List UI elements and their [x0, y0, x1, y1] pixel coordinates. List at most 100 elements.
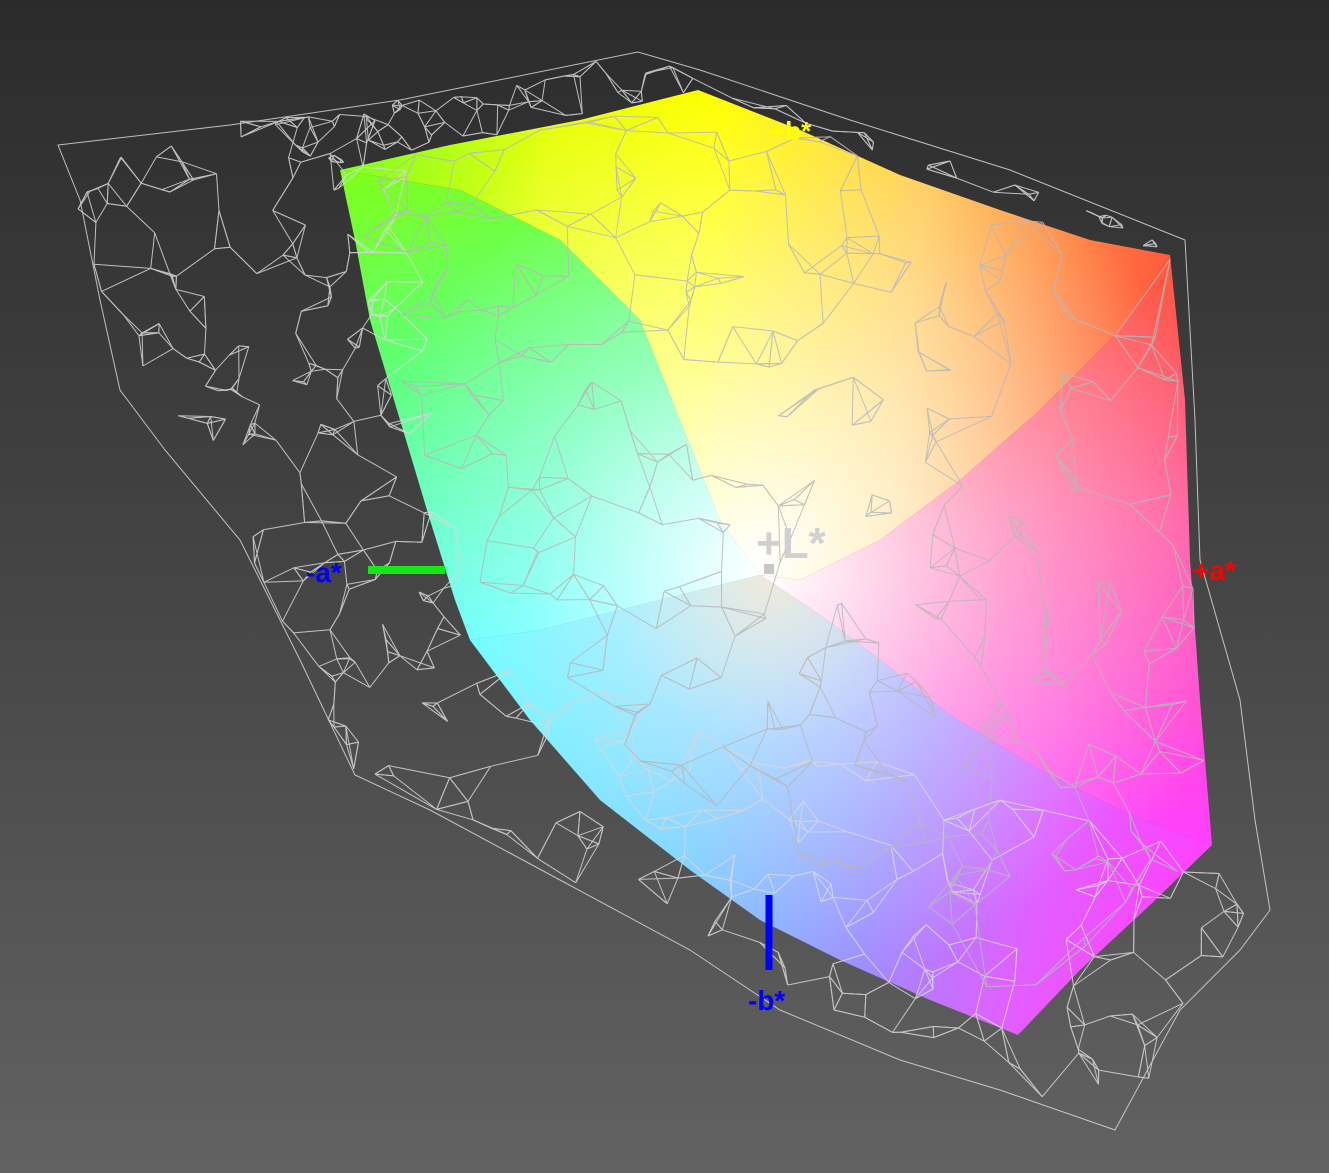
wireframe-edge — [432, 702, 438, 707]
wireframe-edge — [1014, 184, 1035, 202]
wireframe-edge — [263, 522, 305, 531]
wireframe-edge — [437, 616, 445, 629]
wireframe-edge — [714, 896, 733, 922]
wireframe-edge — [93, 222, 97, 265]
wireframe-edge — [374, 773, 437, 810]
plus-a-axis-label: +a* — [1193, 555, 1236, 586]
wireframe-edge — [1201, 910, 1225, 929]
wireframe-edge — [417, 110, 436, 114]
wireframe-edge — [948, 369, 952, 371]
wireframe-edge — [756, 362, 782, 365]
wireframe-edge — [349, 579, 376, 590]
wireframe-edge — [463, 102, 478, 111]
wireframe-edge — [435, 96, 455, 112]
wireframe-edge — [842, 992, 866, 996]
wireframe-edge — [311, 368, 326, 372]
wireframe-edge — [1165, 955, 1202, 981]
wireframe-edge — [379, 315, 388, 318]
wireframe-edge — [1222, 926, 1239, 958]
wireframe-edge — [638, 879, 668, 905]
wireframe-edge — [301, 305, 329, 312]
wireframe-edge — [892, 998, 916, 1033]
wireframe-edge — [334, 420, 355, 430]
wireframe-edge — [388, 765, 395, 777]
wireframe-edge — [956, 177, 994, 193]
wireframe-edge — [339, 114, 367, 117]
wireframe-edge — [530, 106, 566, 116]
wireframe-edge — [389, 541, 397, 563]
wireframe-edge — [336, 398, 355, 422]
wireframe-edge — [411, 141, 430, 151]
wireframe-edge — [537, 822, 557, 859]
wireframe-edge — [336, 658, 344, 673]
wireframe-edge — [1148, 1037, 1158, 1079]
wireframe-edge — [318, 658, 337, 667]
wireframe-edge — [288, 157, 301, 163]
wireframe-edge — [428, 134, 433, 143]
wireframe-edge — [334, 429, 359, 456]
wireframe-edge — [106, 183, 109, 204]
wireframe-edge — [388, 765, 450, 779]
wireframe-edge — [399, 655, 418, 671]
wireframe-edge — [374, 765, 389, 775]
wireframe-edge — [506, 715, 517, 719]
wireframe-edge — [342, 347, 356, 370]
wireframe-edge — [308, 116, 319, 143]
wireframe-edge — [1098, 1069, 1139, 1078]
wireframe-edge — [318, 665, 333, 677]
wireframe-edge — [1137, 1045, 1146, 1078]
wireframe-edge — [721, 896, 733, 930]
wireframe-edge — [832, 963, 843, 994]
wireframe-edge — [332, 420, 355, 436]
wireframe-edge — [958, 1013, 977, 1029]
wireframe-edge — [345, 726, 347, 745]
wireframe-edge — [240, 126, 262, 138]
wireframe-edge — [240, 121, 242, 137]
wireframe-edge — [565, 113, 583, 116]
wireframe-edge — [214, 246, 231, 250]
wireframe-edge — [275, 124, 296, 146]
wireframe-edge — [154, 232, 171, 274]
wireframe-edge — [1084, 1015, 1111, 1026]
wireframe-edge — [97, 188, 108, 204]
wireframe-edge — [666, 877, 679, 904]
wireframe-edge — [263, 567, 295, 583]
plus-l-axis-label: +L* — [756, 519, 827, 568]
wireframe-edge — [315, 364, 326, 370]
wireframe-edge — [1223, 903, 1238, 912]
wireframe-edge — [483, 103, 498, 106]
wireframe-edge — [120, 157, 142, 184]
wireframe-edge — [1070, 1026, 1079, 1050]
wireframe-edge — [1019, 1068, 1043, 1098]
wireframe-edge — [419, 99, 437, 112]
wireframe-edge — [86, 191, 97, 223]
wireframe-edge — [490, 754, 538, 767]
wireframe-edge — [301, 127, 311, 149]
wireframe-edge — [1107, 857, 1123, 860]
wireframe-edge — [193, 173, 217, 181]
gamut-3d-viewport[interactable]: +L* +a* -a* -b* +b* — [0, 0, 1329, 1173]
wireframe-edge — [516, 85, 530, 102]
wireframe-edge — [95, 203, 108, 223]
wireframe-edge — [1218, 873, 1238, 905]
wireframe-edge — [188, 416, 211, 419]
wireframe-edge — [1109, 226, 1123, 229]
wireframe-edge — [432, 602, 445, 618]
wireframe-edge — [186, 357, 200, 363]
wireframe-edge — [229, 246, 258, 274]
wireframe-edge — [933, 1026, 959, 1029]
wireframe-edge — [401, 136, 412, 151]
wireframe-edge — [346, 579, 376, 585]
wireframe-edge — [353, 742, 359, 769]
wireframe-edge — [356, 138, 367, 144]
wireframe-edge — [263, 582, 283, 622]
wireframe-edge — [318, 429, 335, 434]
wireframe-edge — [833, 992, 843, 1011]
wireframe-edge — [77, 191, 88, 210]
wireframe-edge — [242, 396, 260, 406]
wireframe-edge — [363, 540, 396, 551]
wireframe-edge — [317, 424, 322, 434]
wireframe-edge — [476, 97, 484, 105]
wireframe-edge — [865, 981, 890, 996]
wireframe-edge — [682, 78, 694, 93]
